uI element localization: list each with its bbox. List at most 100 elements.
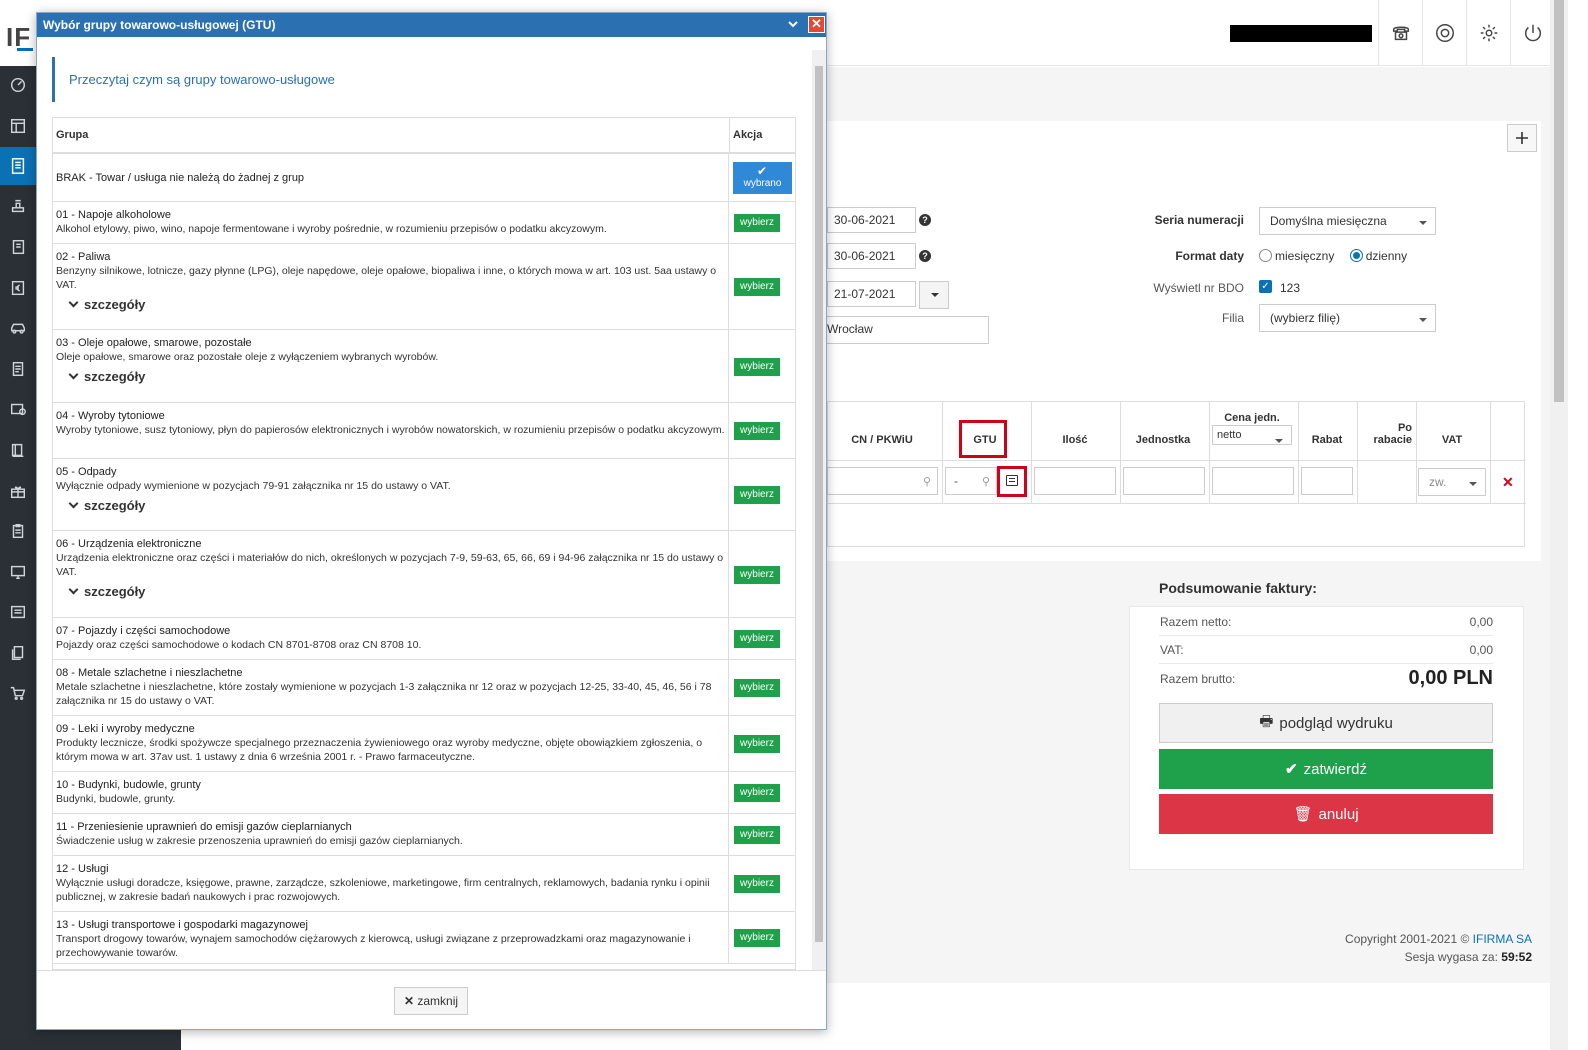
search-icon: ⚲ [922,476,931,488]
details-toggle[interactable]: szczegóły [56,579,725,601]
ilosc-input[interactable] [1034,467,1116,495]
details-toggle[interactable]: szczegóły [56,364,725,386]
sidebar-item-dashboard[interactable] [0,66,36,104]
copyright: Copyright 2001-2021 © IFIRMA SA [1345,932,1532,946]
app-logo[interactable]: IF [0,0,36,66]
page-scrollbar[interactable] [1550,0,1568,1050]
gtu-title: 07 - Pojazdy i części samochodowe [56,625,231,637]
cena-type-select[interactable]: netto [1212,425,1292,445]
choose-button[interactable]: wybierz [734,929,780,947]
sidebar-item-copy[interactable] [0,634,36,672]
gtu-row: 03 - Oleje opałowe, smarowe, pozostałe Ol… [53,330,795,403]
seria-select[interactable]: Domyślna miesięczna [1259,207,1436,235]
sidebar-item-book[interactable] [0,431,36,469]
gtu-row-content: 06 - Urządzenia elektroniczne Urządzenia … [53,531,729,618]
gtu-info-link[interactable]: Przeczytaj czym są grupy towarowo-usługo… [52,57,795,102]
gtu-title: 04 - Wyroby tytoniowe [56,410,165,422]
choose-button[interactable]: wybierz [734,679,780,697]
gtu-title: 13 - Usługi transportowe i gospodarki ma… [56,919,308,931]
choose-button[interactable]: wybierz [734,422,780,440]
vat-select[interactable]: zw. [1418,468,1486,496]
print-icon: 🖶 [1259,712,1274,730]
gtu-list-icon[interactable] [1006,475,1018,486]
choose-button[interactable]: wybierz [734,278,780,296]
chevron-down-icon [931,293,939,301]
help-icon[interactable]: ? [919,214,931,226]
close-button[interactable]: ✕ zamknij [394,987,468,1015]
help-icon[interactable]: ? [919,250,931,262]
jednostka-input[interactable] [1123,467,1205,495]
choose-button[interactable]: wybierz [734,630,780,648]
sidebar-item-card[interactable] [0,390,36,428]
choose-button[interactable]: wybierz [734,875,780,893]
sidebar-item-car[interactable] [0,309,36,347]
phone-button[interactable] [1378,0,1422,66]
delete-row-icon[interactable]: ✕ [1502,474,1514,491]
dialog-close-icon[interactable]: ✕ [808,16,825,33]
list-icon [10,605,26,619]
choose-button[interactable]: wybierz [734,735,780,753]
choose-button[interactable]: wybierz [734,486,780,504]
payment-date-input[interactable]: 21-07-2021 [827,281,916,307]
help-button[interactable] [1422,0,1466,66]
filia-select[interactable]: (wybierz filię) [1259,304,1436,332]
rabat-input[interactable] [1301,467,1353,495]
choose-button[interactable]: wybierz [734,358,780,376]
place-input[interactable]: Wrocław [820,316,989,344]
gtu-desc: Oleje opałowe, smarowe oraz pozostałe ol… [56,351,439,363]
sidebar-item-documents[interactable] [0,228,36,266]
company-link[interactable]: IFIRMA SA [1473,932,1532,946]
sidebar-item-cart[interactable] [0,674,36,712]
selected-button[interactable]: ✔ wybrano [733,162,792,194]
sidebar-item-layout[interactable] [0,107,36,145]
details-toggle[interactable]: szczegóły [56,493,725,515]
chevron-down-icon [68,369,79,380]
chevron-down-icon [68,498,79,509]
summary-netto: Razem netto: 0,00 [1159,608,1493,636]
cn-input[interactable]: ⚲ [827,467,938,495]
choose-button[interactable]: wybierz [734,826,780,844]
sidebar-item-stamp[interactable] [0,187,36,225]
gtu-row-content: 11 - Przeniesienie uprawnień do emisji g… [53,814,729,856]
choose-button[interactable]: wybierz [734,784,780,802]
sidebar-item-invoice[interactable] [0,147,36,185]
summary-brutto: Razem brutto: 0,00 PLN [1160,667,1493,689]
radio-daily[interactable] [1349,249,1363,262]
choose-button[interactable]: wybierz [734,566,780,584]
trash-icon: 🗑 [1293,806,1313,823]
move-button[interactable] [1507,124,1537,152]
gtu-dialog: Wybór grupy towarowo-usługowej (GTU) ✕ P… [36,12,827,1030]
gift-icon [10,486,26,499]
payment-date-dropdown[interactable] [919,281,949,309]
issue-date-input[interactable]: 30-06-2021 [827,207,916,233]
logout-button[interactable] [1510,0,1554,66]
move-icon [1516,132,1528,144]
bdo-checkbox[interactable]: ✓ [1259,280,1272,293]
chevron-down-icon [68,584,79,595]
confirm-button[interactable]: ✔ zatwierdź [1159,749,1493,789]
col-vat: VAT [1441,434,1463,446]
cena-input[interactable] [1212,467,1294,495]
details-label: szczegóły [84,369,146,384]
gtu-row-content: 03 - Oleje opałowe, smarowe, pozostałe Ol… [53,330,729,403]
settings-button[interactable] [1466,0,1510,66]
chevron-down-icon[interactable] [788,19,798,29]
dialog-scrollbar[interactable] [812,50,826,970]
sidebar-item-receipt[interactable] [0,350,36,388]
layout-icon [10,118,26,134]
gtu-row: 09 - Leki i wyroby medyczne Produkty lecz… [53,716,795,772]
choose-button[interactable]: wybierz [734,214,780,232]
sidebar-item-gift[interactable] [0,472,36,510]
sidebar-item-list[interactable] [0,593,36,631]
details-label: szczegóły [84,584,146,599]
sidebar-item-monitor[interactable] [0,553,36,591]
cancel-button[interactable]: 🗑 anuluj [1159,794,1493,834]
close-icon: ✕ [403,994,415,1008]
radio-monthly[interactable] [1259,249,1272,262]
preview-button[interactable]: 🖶 podgląd wydruku [1159,703,1493,743]
sale-date-input[interactable]: 30-06-2021 [827,243,916,269]
sidebar-item-euro[interactable] [0,269,36,307]
gtu-input[interactable]: - ⚲ [945,467,997,495]
sidebar-item-clipboard[interactable] [0,512,36,550]
details-toggle[interactable]: szczegóły [56,292,725,314]
